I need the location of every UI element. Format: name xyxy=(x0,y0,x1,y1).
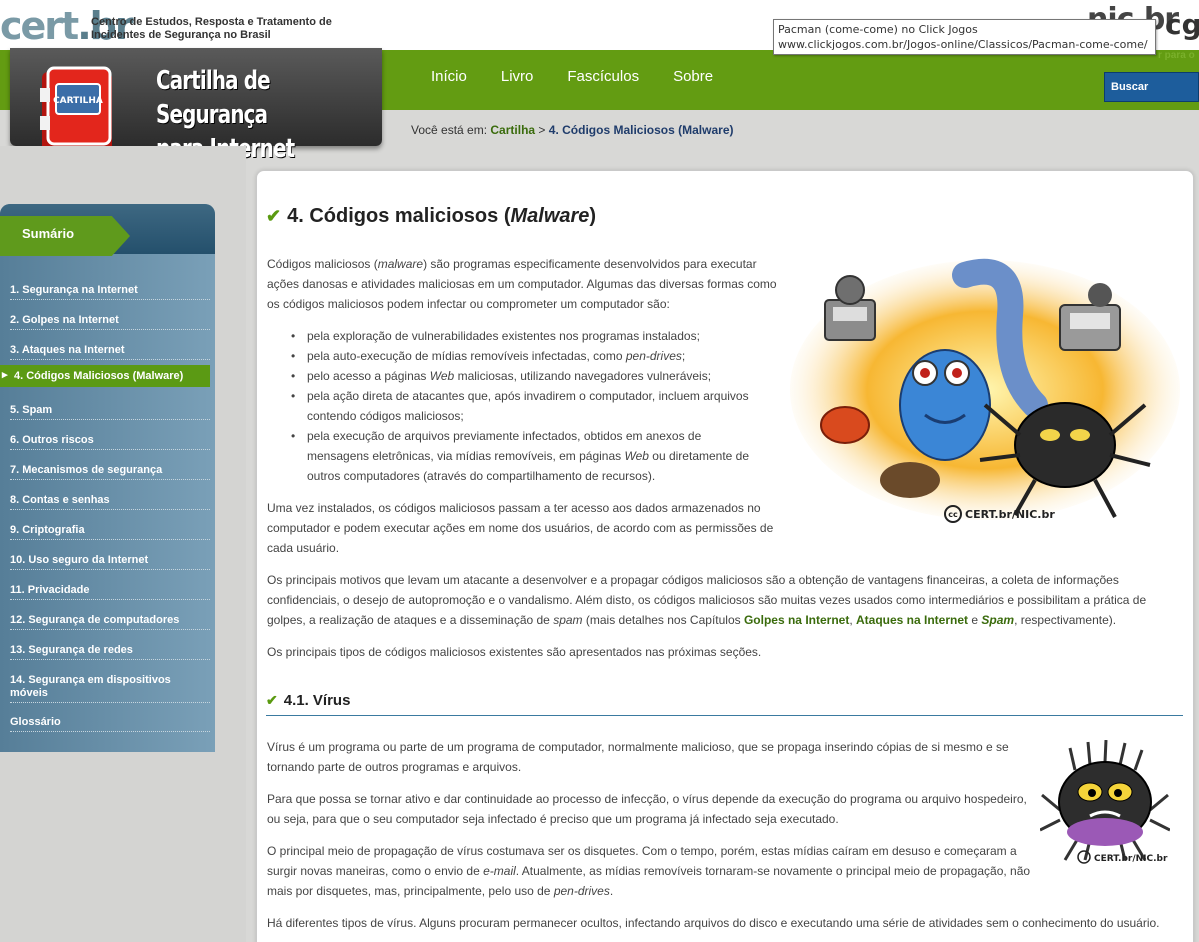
page-title-suffix: ) xyxy=(589,205,597,227)
cartilha-icon-label: CARTILHA xyxy=(53,96,103,106)
banner-title-line1: Cartilha de Segurança xyxy=(156,66,271,130)
sidebar-item-15[interactable]: Glossário xyxy=(10,716,210,732)
link-spam[interactable]: Spam xyxy=(981,613,1014,627)
sidebar-item-1[interactable]: 1. Segurança na Internet xyxy=(10,284,210,300)
main-nav: Início Livro Fascículos Sobre xyxy=(431,68,713,85)
virus-illustration: CERT.br/NIC.br xyxy=(1040,740,1170,864)
cartilha-book-icon: CARTILHA xyxy=(40,66,112,152)
installed-paragraph: Uma vez instalados, os códigos malicioso… xyxy=(267,501,774,555)
cartilha-banner[interactable]: CARTILHA Cartilha de Segurança para Inte… xyxy=(10,48,382,164)
breadcrumb-current: 4. Códigos Maliciosos (Malware) xyxy=(548,123,734,137)
list-item: pela exploração de vulnerabilidades exis… xyxy=(289,326,764,346)
sidebar-item-5[interactable]: 5. Spam xyxy=(10,404,210,420)
illustration-credit: CERT.br/NIC.br xyxy=(965,508,1055,521)
motives-paragraph: Os principais motivos que levam um ataca… xyxy=(267,573,1147,627)
sidebar-item-8[interactable]: 8. Contas e senhas xyxy=(10,494,210,510)
list-item: pela auto-execução de mídias removíveis … xyxy=(289,346,764,366)
breadcrumb-link-cartilha[interactable]: Cartilha xyxy=(490,123,535,137)
cert-logo-text: cert xyxy=(0,4,79,48)
list-item: pelo acesso a páginas Web maliciosas, ut… xyxy=(289,366,764,386)
section-title-virus: ✔ 4.1. Vírus xyxy=(266,692,1183,716)
check-icon: ✔ xyxy=(266,206,282,226)
virus-paragraph-1: Vírus é um programa ou parte de um progr… xyxy=(267,740,1009,774)
nav-item-livro[interactable]: Livro xyxy=(501,68,534,85)
link-golpes[interactable]: Golpes na Internet xyxy=(744,613,849,627)
cert-description: Centro de Estudos, Resposta e Tratamento… xyxy=(91,16,332,41)
breadcrumb-separator: > xyxy=(538,123,546,137)
page-title-italic: Malware xyxy=(510,205,590,227)
nav-item-sobre[interactable]: Sobre xyxy=(673,68,713,85)
sidebar-item-13[interactable]: 13. Segurança de redes xyxy=(10,644,210,660)
sidebar-item-7[interactable]: 7. Mecanismos de segurança xyxy=(10,464,210,480)
virus-paragraph-4: Há diferentes tipos de vírus. Alguns pro… xyxy=(267,916,1160,930)
tooltip-url: www.clickjogos.com.br/Jogos-online/Class… xyxy=(778,38,1148,51)
tooltip-title: Pacman (come-come) no Click Jogos xyxy=(778,23,978,36)
intro-paragraph: Códigos maliciosos (malware) são program… xyxy=(267,257,777,311)
nav-item-fasciculos[interactable]: Fascículos xyxy=(567,68,639,85)
types-paragraph: Os principais tipos de códigos malicioso… xyxy=(267,645,762,659)
header-cut-text: r para o xyxy=(1158,50,1195,61)
sidebar-item-4[interactable]: 4. Códigos Maliciosos (Malware) xyxy=(0,365,210,387)
sidebar-item-2[interactable]: 2. Golpes na Internet xyxy=(10,314,210,330)
section-title-text: 4.1. Vírus xyxy=(283,692,351,709)
sidebar-item-14[interactable]: 14. Segurança em dispositivos móveis xyxy=(10,674,210,703)
sidebar-item-10[interactable]: 10. Uso seguro da Internet xyxy=(10,554,210,570)
malware-illustration: cc CERT.br/NIC.br xyxy=(790,258,1180,523)
list-item: pela ação direta de atacantes que, após … xyxy=(289,386,764,426)
link-tooltip: Pacman (come-come) no Click Jogos www.cl… xyxy=(773,19,1156,55)
link-ataques[interactable]: Ataques na Internet xyxy=(856,613,968,627)
breadcrumb: Você está em: Cartilha > 4. Códigos Mali… xyxy=(411,123,734,137)
infection-ways-list: pela exploração de vulnerabilidades exis… xyxy=(289,326,764,486)
page-title-prefix: 4. Códigos maliciosos ( xyxy=(287,205,511,227)
virus-illustration-credit: CERT.br/NIC.br xyxy=(1094,854,1168,864)
virus-paragraph-3: O principal meio de propagação de vírus … xyxy=(267,844,1031,898)
sidebar-item-3[interactable]: 3. Ataques na Internet xyxy=(10,344,210,360)
check-icon: ✔ xyxy=(266,692,278,708)
breadcrumb-prefix: Você está em: xyxy=(411,123,488,137)
sidebar-title: Sumário xyxy=(22,226,75,241)
nav-item-inicio[interactable]: Início xyxy=(431,68,467,85)
sidebar-item-6[interactable]: 6. Outros riscos xyxy=(10,434,210,450)
search-input[interactable] xyxy=(1104,72,1199,102)
sidebar-summary: Sumário 1. Segurança na Internet 2. Golpe… xyxy=(0,204,215,752)
cg-logo[interactable]: cg xyxy=(1165,8,1199,41)
sidebar-item-11[interactable]: 11. Privacidade xyxy=(10,584,210,600)
list-item: pela execução de arquivos previamente in… xyxy=(289,426,764,486)
sidebar-item-9[interactable]: 9. Criptografia xyxy=(10,524,210,540)
virus-paragraph-2: Para que possa se tornar ativo e dar con… xyxy=(267,792,1027,826)
page-title: ✔ 4. Códigos maliciosos (Malware) xyxy=(266,205,596,228)
cc-symbol: cc xyxy=(948,510,958,519)
sidebar-item-12[interactable]: 12. Segurança de computadores xyxy=(10,614,210,630)
